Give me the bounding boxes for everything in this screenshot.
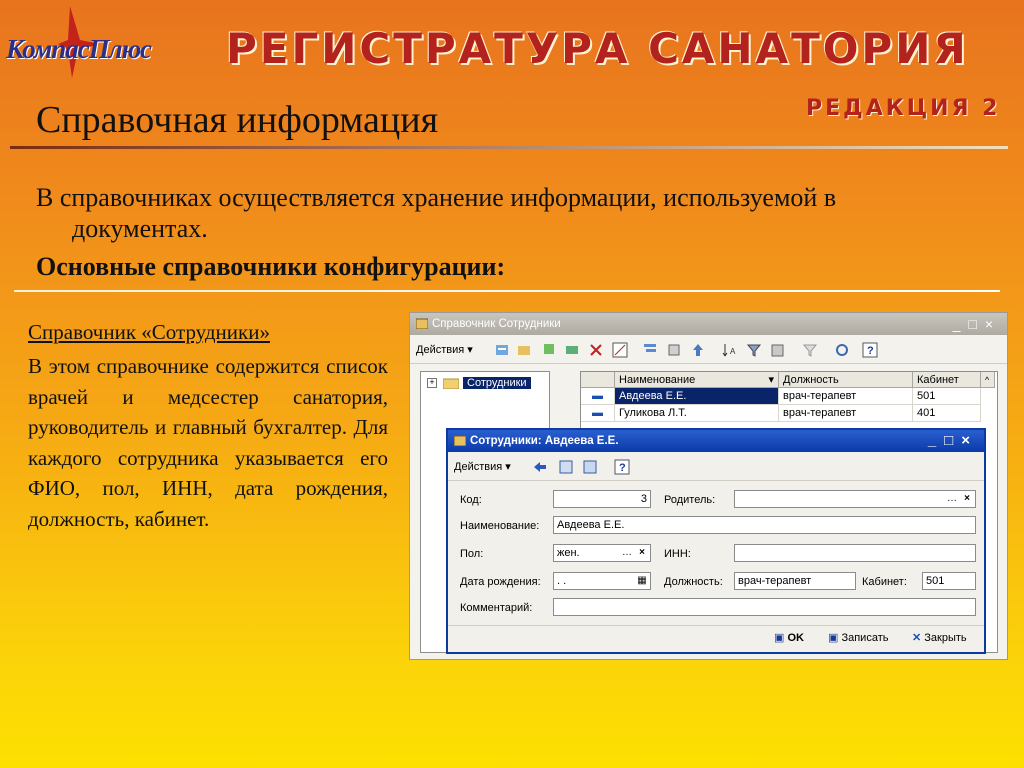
section-divider: [14, 290, 1000, 292]
actions-menu[interactable]: Действия ▾: [416, 343, 473, 356]
comment-field[interactable]: [553, 598, 976, 616]
select-button[interactable]: …: [945, 492, 959, 506]
code-field[interactable]: 3: [553, 490, 651, 508]
window-controls[interactable]: _□×: [928, 430, 978, 452]
row-element-icon: ▬: [581, 405, 615, 422]
select-button[interactable]: …: [620, 546, 634, 560]
employee-dialog: Сотрудники: Авдеева Е.Е. _□× Действия ▾ …: [446, 428, 986, 654]
filter-list-icon[interactable]: [770, 342, 786, 358]
svg-text:?: ?: [619, 462, 626, 474]
inn-label: ИНН:: [664, 548, 691, 560]
inn-field[interactable]: [734, 544, 976, 562]
move-icon[interactable]: [666, 342, 682, 358]
cell-room: 501: [913, 388, 981, 405]
dialog-footer: ▣ OK ▣ Записать ✕ Закрыть: [448, 625, 984, 652]
title-divider: [10, 146, 1008, 149]
help-icon[interactable]: ?: [614, 459, 630, 475]
help-icon[interactable]: ?: [862, 342, 878, 358]
up-level-icon[interactable]: [690, 342, 706, 358]
code-label: Код:: [460, 494, 482, 506]
name-field[interactable]: Авдеева Е.Е.: [553, 516, 976, 534]
intro-text-continued: документах.: [72, 214, 208, 243]
column-header-name[interactable]: Наименование ▾: [615, 372, 779, 388]
catalog-icon: [416, 318, 428, 329]
position-field[interactable]: врач-терапевт: [734, 572, 856, 590]
close-button[interactable]: ✕ Закрыть: [912, 631, 967, 644]
calendar-icon[interactable]: ▦: [635, 574, 649, 588]
add-icon[interactable]: [494, 342, 510, 358]
list-window-titlebar[interactable]: Справочник Сотрудники _□×: [410, 313, 1007, 335]
folder-icon: [443, 378, 459, 389]
cell-position: врач-терапевт: [779, 388, 913, 405]
gender-label: Пол:: [460, 548, 484, 560]
parent-label: Родитель:: [664, 494, 716, 506]
save-button[interactable]: ▣ Записать: [828, 631, 888, 644]
cell-room: 401: [913, 405, 981, 422]
birth-date-label: Дата рождения:: [460, 576, 541, 588]
ok-button[interactable]: ▣ OK: [774, 631, 804, 644]
parent-field[interactable]: … ×: [734, 490, 976, 508]
row-element-icon: ▬: [581, 388, 615, 405]
window-controls[interactable]: _□×: [953, 313, 1001, 335]
add-group-icon[interactable]: [516, 342, 532, 358]
edit-icon[interactable]: [564, 342, 580, 358]
sort-icon[interactable]: A: [722, 342, 738, 358]
list-window-title: Справочник Сотрудники: [432, 318, 561, 330]
list-toolbar: Действия ▾ A ?: [410, 337, 1007, 364]
position-label: Должность:: [664, 576, 723, 588]
cell-name: Авдеева Е.Е.: [615, 388, 779, 405]
save-close-icon: ▣: [774, 632, 785, 644]
refresh-icon[interactable]: [834, 342, 850, 358]
actions-menu[interactable]: Действия ▾: [454, 460, 511, 473]
go-back-icon[interactable]: [532, 459, 548, 475]
gender-field[interactable]: жен. … ×: [553, 544, 651, 562]
close-icon: ✕: [912, 632, 922, 644]
dialog-title: Сотрудники: Авдеева Е.Е.: [470, 435, 619, 447]
name-label: Наименование:: [460, 520, 540, 532]
mark-delete-icon[interactable]: [612, 342, 628, 358]
svg-text:?: ?: [867, 345, 874, 357]
side-description: В этом справочнике содержится список вра…: [28, 354, 388, 531]
column-header-position[interactable]: Должность: [779, 372, 913, 388]
dialog-toolbar: Действия ▾ ?: [448, 454, 984, 481]
birth-date-field[interactable]: . . ▦: [553, 572, 651, 590]
intro-text: В справочниках осуществляется хранение и…: [36, 183, 837, 212]
transfer-icon[interactable]: [582, 459, 598, 475]
filter-icon[interactable]: [746, 342, 762, 358]
cell-position: врач-терапевт: [779, 405, 913, 422]
page-title: Справочная информация: [36, 99, 439, 141]
subheading: Основные справочники конфигурации:: [36, 252, 506, 281]
room-label: Кабинет:: [862, 576, 907, 588]
svg-text:A: A: [730, 347, 736, 356]
delete-icon[interactable]: [588, 342, 604, 358]
app-title: РЕГИСТРАТУРА САНАТОРИЯ: [226, 24, 969, 73]
clear-icon[interactable]: ×: [960, 492, 974, 506]
clear-icon[interactable]: ×: [635, 546, 649, 560]
dialog-titlebar[interactable]: Сотрудники: Авдеева Е.Е. _□×: [448, 430, 984, 452]
cell-name: Гуликова Л.Т.: [615, 405, 779, 422]
comment-label: Комментарий:: [460, 602, 533, 614]
copy-icon[interactable]: [542, 342, 558, 358]
gender-value: жен.: [557, 547, 580, 559]
column-header-room[interactable]: Кабинет: [913, 372, 981, 388]
side-heading: Справочник «Сотрудники»: [28, 320, 270, 344]
catalog-icon: [454, 435, 466, 446]
scroll-up-icon[interactable]: ^: [981, 372, 995, 388]
birth-date-value: . .: [557, 575, 567, 587]
logo-text: КомпасПлюс: [6, 34, 152, 64]
form-icon[interactable]: [558, 459, 574, 475]
edition-label: РЕДАКЦИЯ 2: [806, 96, 1001, 121]
expand-icon[interactable]: +: [427, 378, 437, 388]
tree-label: Сотрудники: [463, 377, 531, 389]
room-field[interactable]: 501: [922, 572, 976, 590]
clear-filter-icon[interactable]: [802, 342, 818, 358]
hierarchy-icon[interactable]: [642, 342, 658, 358]
row-marker-header: [581, 372, 615, 388]
floppy-icon: ▣: [828, 632, 839, 644]
